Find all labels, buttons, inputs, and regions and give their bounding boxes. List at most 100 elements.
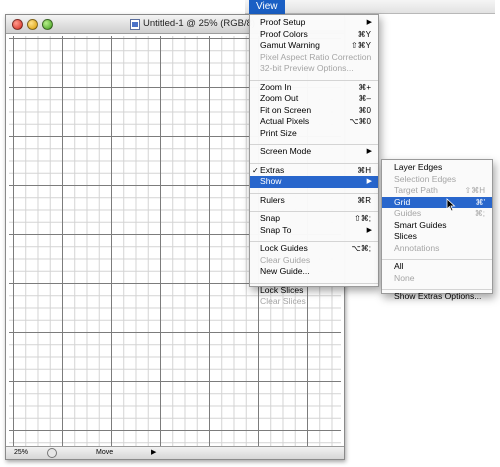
menu-item-label: Annotations [394,242,440,253]
submenu-item-guides[interactable]: Guides ⌘; [382,208,492,220]
checkmark-icon: ✓ [252,165,259,175]
menu-item-zoom-in[interactable]: Zoom In ⌘+ [250,82,378,94]
status-menu-arrow-icon[interactable]: ▶ [151,448,159,458]
menu-shortcut: ⌘0 [358,105,371,115]
menu-item-print-size[interactable]: Print Size [250,128,378,140]
menu-shortcut: ⌥⌘0 [349,117,371,126]
document-status-bar: 25% Move ▶ [6,446,344,459]
menu-item-label: Fit on Screen [260,104,312,115]
menu-item-label: Snap [260,213,281,223]
menu-separator [250,76,378,81]
menu-item-label: Pixel Aspect Ratio Correction [260,51,372,62]
menu-item-show[interactable]: Show ▶ [250,176,378,188]
menu-item-snap-to[interactable]: Snap To ▶ [250,225,378,237]
minimize-window-icon[interactable] [27,19,38,30]
menu-item-label: Grid [394,196,411,207]
view-menu: Proof Setup ▶ Proof Colors ⌘Y Gamut Warnin… [249,14,379,306]
menu-item-label: Extras [260,164,285,175]
menu-bar: View [245,0,495,14]
menu-item-label: Selection Edges [394,173,457,184]
menu-item-label: Lock Slices [260,284,304,295]
menu-shortcut: ⇧⌘; [354,214,371,223]
menu-item-label: Guides [394,208,422,218]
menu-item-extras[interactable]: ✓ Extras ⌘H [250,165,378,177]
menu-item-label: Snap To [260,224,292,235]
menu-item-gamut-warning[interactable]: Gamut Warning ⇧⌘Y [250,40,378,52]
menu-item-label: Actual Pixels [260,116,310,126]
menu-item-label: New Guide... [260,266,310,276]
submenu-item-show-extras-options[interactable]: Show Extras Options... [382,291,492,303]
menu-shortcut: ⌘; [474,209,485,218]
menu-shortcut: ⌘+ [358,82,371,92]
status-info-text: Move [96,449,114,456]
menu-item-label: Proof Setup [260,17,306,27]
menu-separator [382,285,492,290]
menu-item-label: Slices [394,231,417,241]
menu-shortcut: ⌘H [357,165,371,175]
menu-item-snap[interactable]: Snap ⇧⌘; [250,213,378,225]
submenu-arrow-icon: ▶ [366,226,372,234]
menu-item-label: None [394,272,415,283]
menu-item-label: All [394,261,404,271]
menu-item-actual-pixels[interactable]: Actual Pixels ⌥⌘0 [250,116,378,128]
menu-separator [250,237,378,242]
menu-item-zoom-out[interactable]: Zoom Out ⌘– [250,93,378,105]
submenu-arrow-icon: ▶ [366,19,372,26]
menu-item-label: Layer Edges [394,162,443,172]
menu-shortcut: ⌘Y [357,29,371,39]
menu-item-label: Zoom Out [260,93,299,103]
menu-item-label: Zoom In [260,81,292,92]
menu-item-32-bit-preview-options[interactable]: 32-bit Preview Options... [250,63,378,75]
menu-item-label: Lock Guides [260,243,308,253]
close-window-icon[interactable] [12,19,23,30]
submenu-item-smart-guides[interactable]: Smart Guides [382,220,492,232]
zoom-level-field[interactable]: 25% [14,448,44,458]
menu-item-label: Show Extras Options... [394,291,482,301]
menu-item-screen-mode[interactable]: Screen Mode ▶ [250,146,378,158]
menu-item-fit-on-screen[interactable]: Fit on Screen ⌘0 [250,105,378,117]
menu-item-pixel-aspect-ratio-correction[interactable]: Pixel Aspect Ratio Correction [250,52,378,64]
menu-shortcut: ⇧⌘H [464,186,485,195]
menu-separator [250,207,378,212]
menu-shortcut: ⌘R [357,195,371,205]
menu-item-clear-slices[interactable]: Clear Slices [250,296,378,308]
submenu-item-all[interactable]: All [382,261,492,273]
menu-item-label: Clear Guides [260,254,311,265]
menu-item-lock-guides[interactable]: Lock Guides ⌥⌘; [250,243,378,255]
submenu-arrow-icon: ▶ [366,178,372,185]
menu-item-proof-colors[interactable]: Proof Colors ⌘Y [250,29,378,41]
document-title: Untitled-1 @ 25% (RGB/8) [143,18,256,29]
menu-item-clear-guides[interactable]: Clear Guides [250,255,378,267]
menu-item-label: Clear Slices [260,296,306,306]
menu-separator [250,159,378,164]
submenu-arrow-icon: ▶ [366,148,372,155]
submenu-item-none[interactable]: None [382,273,492,285]
menu-item-label: Rulers [260,194,285,205]
submenu-item-target-path[interactable]: Target Path ⇧⌘H [382,185,492,197]
submenu-item-slices[interactable]: Slices [382,231,492,243]
menu-item-rulers[interactable]: Rulers ⌘R [250,195,378,207]
menu-item-label: Gamut Warning [260,40,320,50]
status-settings-icon[interactable] [47,448,57,458]
menu-item-proof-setup[interactable]: Proof Setup ▶ [250,17,378,29]
submenu-item-grid[interactable]: Grid ⌘' [382,196,492,208]
submenu-item-layer-edges[interactable]: Layer Edges [382,162,492,174]
menu-item-new-guide[interactable]: New Guide... [250,266,378,278]
menu-separator [250,279,378,284]
menu-item-label: Screen Mode [260,146,312,156]
menu-item-label: Proof Colors [260,28,308,39]
zoom-window-icon[interactable] [42,19,53,30]
menu-separator [250,140,378,145]
view-menu-title[interactable]: View [249,0,285,14]
arrow-cursor-icon [446,198,456,212]
menu-item-label: Smart Guides [394,219,447,230]
menu-shortcut: ⇧⌘Y [350,41,371,50]
menu-item-label: 32-bit Preview Options... [260,63,354,73]
menu-item-lock-slices[interactable]: Lock Slices [250,285,378,297]
document-proxy-icon[interactable] [130,19,140,30]
menu-shortcut: ⌥⌘; [351,244,371,253]
submenu-item-annotations[interactable]: Annotations [382,243,492,255]
menu-shortcut: ⌘– [358,94,371,103]
submenu-item-selection-edges[interactable]: Selection Edges [382,174,492,186]
menu-separator [250,189,378,194]
